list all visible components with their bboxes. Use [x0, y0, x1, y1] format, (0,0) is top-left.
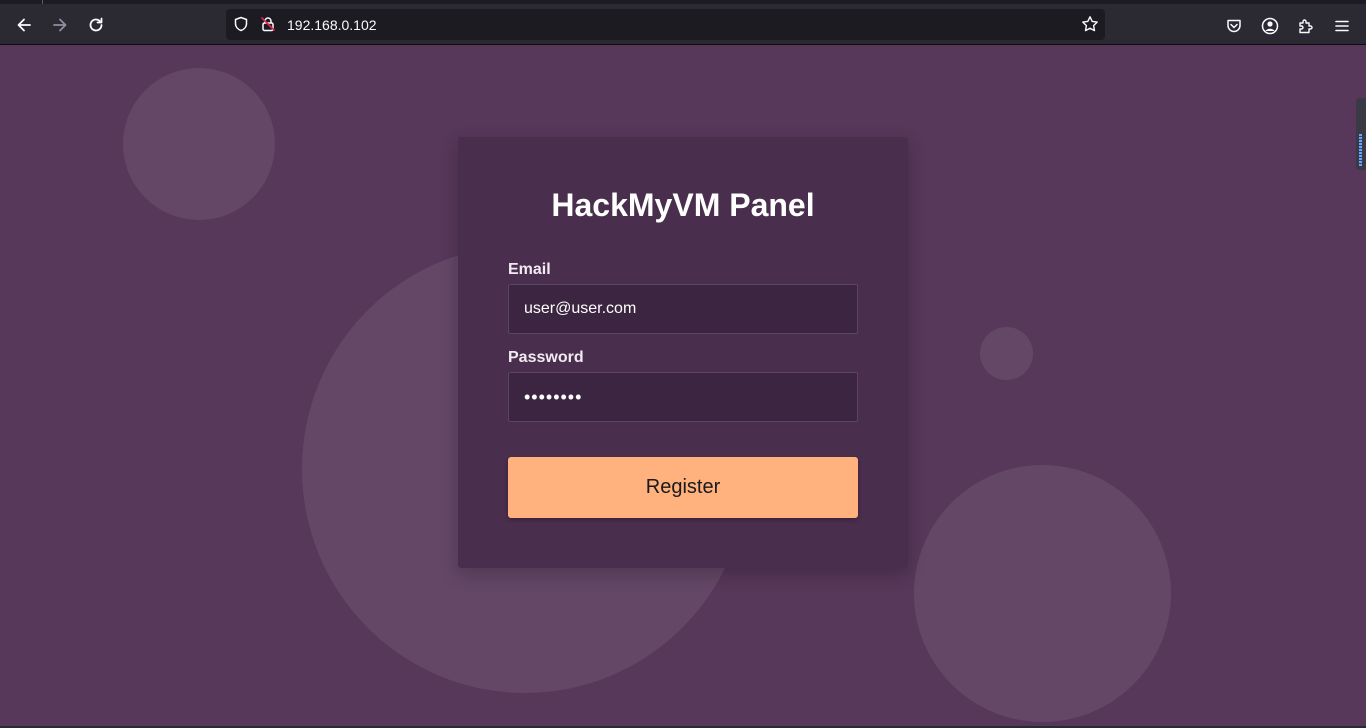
pocket-button[interactable]: [1224, 16, 1244, 36]
email-field[interactable]: [508, 284, 858, 334]
page-background: HackMyVM Panel Email Password Register: [0, 45, 1366, 726]
browser-toolbar: 192.168.0.102: [0, 0, 1366, 45]
scrollbar-thumb[interactable]: [1359, 134, 1362, 166]
star-icon[interactable]: [1081, 15, 1099, 33]
decorative-circle: [914, 465, 1171, 722]
arrow-left-icon: [17, 18, 31, 32]
decorative-circle: [123, 68, 275, 220]
url-text[interactable]: 192.168.0.102: [287, 17, 377, 33]
app-menu-button[interactable]: [1332, 16, 1352, 36]
decorative-circle: [980, 327, 1033, 380]
pocket-icon: [1227, 19, 1241, 33]
extensions-puzzle-icon: [1299, 19, 1313, 34]
account-button[interactable]: [1260, 16, 1280, 36]
register-button[interactable]: Register: [508, 457, 858, 518]
password-label: Password: [508, 349, 584, 366]
tracking-protection-shield-icon[interactable]: [233, 16, 249, 32]
forward-button[interactable]: [46, 12, 74, 38]
email-label: Email: [508, 261, 551, 278]
password-field[interactable]: [508, 372, 858, 422]
hamburger-menu-icon: [1335, 20, 1349, 32]
address-bar[interactable]: 192.168.0.102: [226, 9, 1105, 40]
account-icon: [1261, 17, 1279, 35]
reload-button[interactable]: [82, 12, 110, 38]
extensions-button[interactable]: [1296, 16, 1316, 36]
tab-edge: [42, 0, 43, 4]
panel-title: HackMyVM Panel: [551, 187, 815, 223]
register-card: HackMyVM Panel Email Password Register: [458, 137, 908, 568]
reload-icon: [89, 17, 103, 32]
back-button[interactable]: [10, 12, 38, 38]
insecure-lock-icon[interactable]: [260, 16, 276, 32]
arrow-right-icon: [53, 18, 67, 32]
scrollbar[interactable]: [1356, 98, 1366, 170]
